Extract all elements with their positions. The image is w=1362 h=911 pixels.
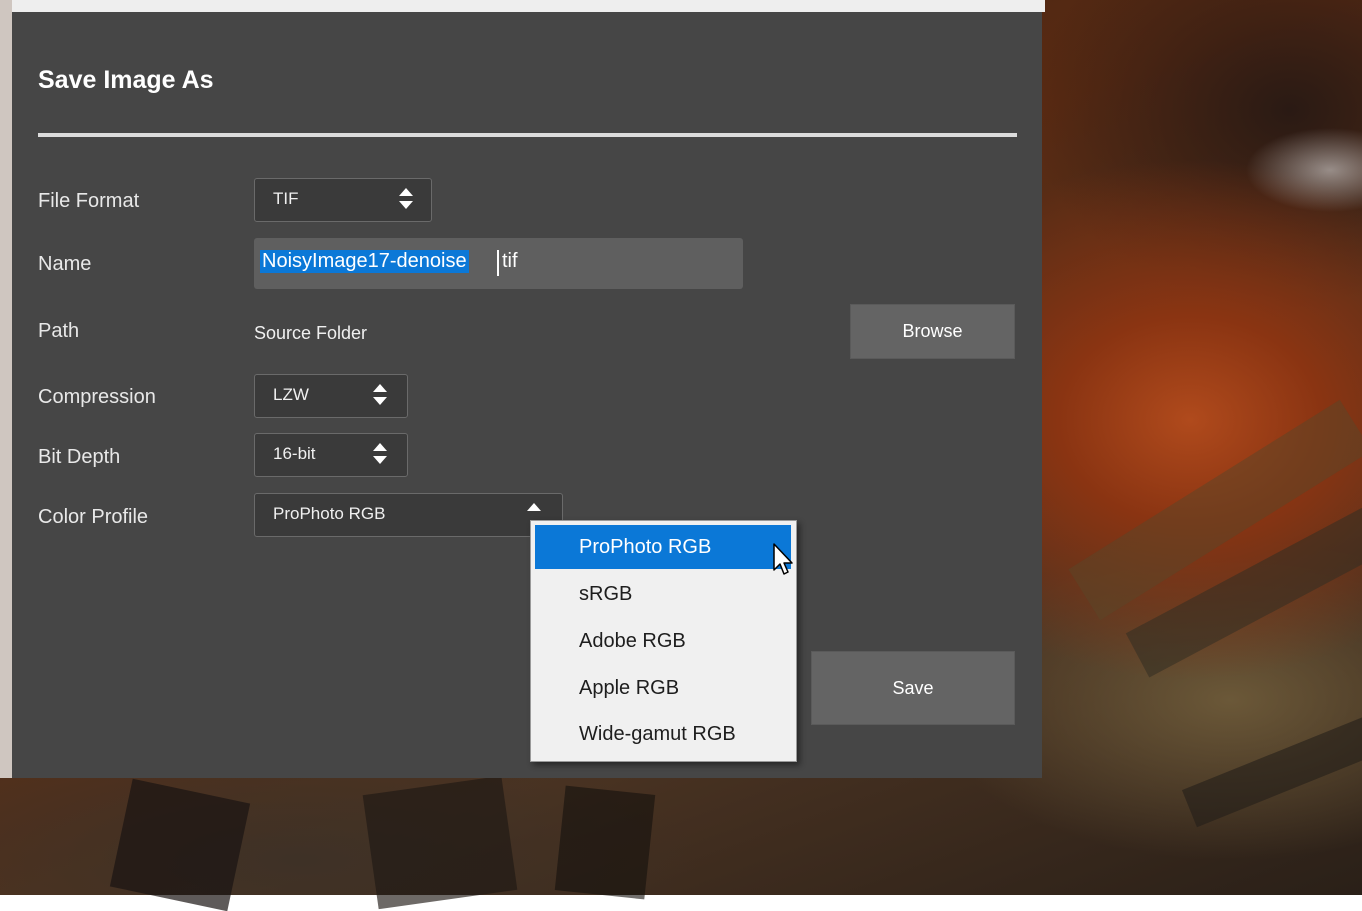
save-image-dialog: Save Image As File Format TIF Name Noisy…	[12, 12, 1042, 778]
name-input[interactable]: NoisyImage17-denoise tif	[254, 238, 743, 289]
name-selected-text: NoisyImage17-denoise	[260, 250, 469, 273]
name-label: Name	[38, 253, 92, 275]
up-down-arrows-icon	[399, 186, 413, 216]
menu-item-apple-rgb[interactable]: Apple RGB	[535, 666, 791, 710]
menu-item-wide-gamut-rgb[interactable]: Wide-gamut RGB	[535, 712, 791, 756]
menu-item-adobe-rgb[interactable]: Adobe RGB	[535, 619, 791, 663]
file-format-value: TIF	[273, 189, 299, 208]
up-down-arrows-icon	[373, 382, 387, 412]
mouse-pointer-icon	[773, 543, 793, 575]
background-left-strip	[0, 0, 12, 778]
path-value: Source Folder	[254, 323, 368, 343]
color-profile-value: ProPhoto RGB	[273, 504, 386, 523]
dialog-title: Save Image As	[38, 66, 214, 94]
title-divider	[38, 133, 1017, 137]
up-down-arrows-icon	[373, 441, 387, 471]
background-shadow	[554, 785, 656, 900]
menu-item-srgb[interactable]: sRGB	[535, 572, 791, 616]
text-caret	[497, 250, 499, 276]
path-label: Path	[38, 320, 80, 342]
background-shadow	[362, 775, 518, 910]
browse-button-label: Browse	[902, 321, 963, 341]
compression-label: Compression	[38, 386, 156, 408]
background-top-strip	[0, 0, 1045, 12]
bit-depth-select[interactable]: 16-bit	[254, 433, 408, 477]
file-format-select[interactable]: TIF	[254, 178, 432, 222]
save-button[interactable]: Save	[811, 651, 1015, 725]
bit-depth-label: Bit Depth	[38, 446, 121, 468]
save-button-label: Save	[892, 677, 934, 698]
name-extension: tif	[502, 250, 518, 272]
file-format-label: File Format	[38, 190, 140, 212]
compression-select[interactable]: LZW	[254, 374, 408, 418]
compression-value: LZW	[273, 385, 309, 404]
bit-depth-value: 16-bit	[273, 444, 316, 463]
color-profile-select[interactable]: ProPhoto RGB	[254, 493, 563, 537]
color-profile-dropdown-menu: ProPhoto RGB sRGB Adobe RGB Apple RGB Wi…	[530, 520, 797, 762]
color-profile-label: Color Profile	[38, 506, 149, 528]
browse-button[interactable]: Browse	[850, 304, 1015, 359]
menu-item-prophoto-rgb[interactable]: ProPhoto RGB	[535, 525, 791, 569]
